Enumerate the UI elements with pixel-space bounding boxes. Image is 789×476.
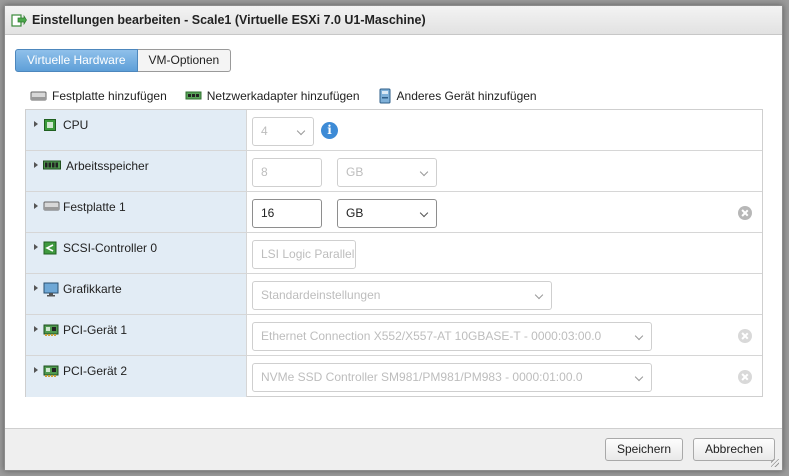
- expand-caret-icon[interactable]: [34, 162, 38, 168]
- device-row-scsi0: SCSI-Controller 0 LSI Logic Parallel: [26, 233, 762, 274]
- pci-card-icon: [43, 365, 59, 377]
- expand-caret-icon[interactable]: [34, 367, 38, 373]
- cancel-button[interactable]: Abbrechen: [693, 438, 776, 461]
- expand-caret-icon[interactable]: [34, 203, 38, 209]
- tab-virtual-hardware[interactable]: Virtuelle Hardware: [15, 49, 138, 72]
- device-label-cell: Arbeitsspeicher: [26, 151, 247, 191]
- dialog-footer: Speichern Abbrechen: [5, 428, 782, 470]
- hard-disk-icon: [30, 91, 47, 101]
- disk1-label: Festplatte 1: [63, 200, 126, 214]
- add-other-device-button[interactable]: Anderes Gerät hinzufügen: [378, 88, 537, 104]
- expand-caret-icon[interactable]: [34, 326, 38, 332]
- dialog-title: Einstellungen bearbeiten - Scale1 (Virtu…: [32, 13, 426, 27]
- remove-device-icon[interactable]: [738, 329, 752, 343]
- pci2-label: PCI-Gerät 2: [63, 364, 128, 378]
- device-row-memory: Arbeitsspeicher 8 GB: [26, 151, 762, 192]
- network-adapter-icon: [185, 91, 202, 100]
- memory-label: Arbeitsspeicher: [66, 159, 149, 173]
- save-button[interactable]: Speichern: [605, 438, 684, 461]
- device-label-cell: SCSI-Controller 0: [26, 233, 247, 273]
- device-label-cell: Grafikkarte: [26, 274, 247, 314]
- device-list: CPU 4 i Arbeitsspeicher 8 GB Festplatte …: [25, 109, 763, 397]
- disk1-size-input[interactable]: 16: [252, 199, 322, 228]
- device-row-pci2: PCI-Gerät 2 NVMe SSD Controller SM981/PM…: [26, 356, 762, 397]
- pci1-label: PCI-Gerät 1: [63, 323, 128, 337]
- device-label-cell: PCI-Gerät 1: [26, 315, 247, 355]
- add-network-adapter-label: Netzwerkadapter hinzufügen: [206, 89, 360, 103]
- cpu-chip-icon: [44, 119, 56, 131]
- device-row-cpu: CPU 4 i: [26, 110, 762, 151]
- expand-caret-icon[interactable]: [34, 285, 38, 291]
- edit-settings-dialog: Einstellungen bearbeiten - Scale1 (Virtu…: [4, 5, 783, 471]
- device-row-disk1: Festplatte 1 16 GB: [26, 192, 762, 233]
- scsi0-type-select[interactable]: LSI Logic Parallel: [252, 240, 356, 269]
- remove-device-icon[interactable]: [738, 370, 752, 384]
- pci2-device-select[interactable]: NVMe SSD Controller SM981/PM981/PM983 - …: [252, 363, 652, 392]
- device-label-cell: Festplatte 1: [26, 192, 247, 232]
- device-row-video: Grafikkarte Standardeinstellungen: [26, 274, 762, 315]
- add-other-device-label: Anderes Gerät hinzufügen: [396, 89, 537, 103]
- expand-caret-icon[interactable]: [34, 121, 38, 127]
- scsi-controller-icon: [43, 241, 57, 255]
- monitor-icon: [43, 282, 59, 297]
- resize-grip-icon[interactable]: [771, 459, 779, 467]
- memory-unit-select[interactable]: GB: [337, 158, 437, 187]
- device-toolbar: Festplatte hinzufügen Netzwerkadapter hi…: [30, 88, 555, 104]
- cpu-label: CPU: [63, 118, 89, 132]
- device-row-pci1: PCI-Gerät 1 Ethernet Connection X552/X55…: [26, 315, 762, 356]
- device-label-cell: PCI-Gerät 2: [26, 356, 247, 397]
- disk1-unit-select[interactable]: GB: [337, 199, 437, 228]
- scsi0-label: SCSI-Controller 0: [63, 241, 158, 255]
- pci1-device-select[interactable]: Ethernet Connection X552/X557-AT 10GBASE…: [252, 322, 652, 351]
- pci-card-icon: [43, 324, 59, 336]
- tab-bar: Virtuelle Hardware VM-Optionen: [15, 49, 232, 72]
- vm-edit-icon: [11, 14, 27, 27]
- dialog-titlebar: Einstellungen bearbeiten - Scale1 (Virtu…: [5, 6, 782, 35]
- cpu-count-select[interactable]: 4: [252, 117, 314, 146]
- hard-disk-icon: [43, 201, 60, 211]
- info-icon[interactable]: i: [321, 122, 338, 139]
- expand-caret-icon[interactable]: [34, 244, 38, 250]
- video-label: Grafikkarte: [63, 282, 122, 296]
- video-settings-select[interactable]: Standardeinstellungen: [252, 281, 552, 310]
- add-disk-label: Festplatte hinzufügen: [52, 89, 167, 103]
- tab-vm-options[interactable]: VM-Optionen: [137, 49, 232, 72]
- other-device-icon: [379, 88, 391, 104]
- memory-size-input[interactable]: 8: [252, 158, 322, 187]
- ram-module-icon: [43, 160, 61, 170]
- device-label-cell: CPU: [26, 110, 247, 150]
- add-network-adapter-button[interactable]: Netzwerkadapter hinzufügen: [185, 89, 360, 103]
- add-disk-button[interactable]: Festplatte hinzufügen: [30, 89, 167, 103]
- remove-device-icon[interactable]: [738, 206, 752, 220]
